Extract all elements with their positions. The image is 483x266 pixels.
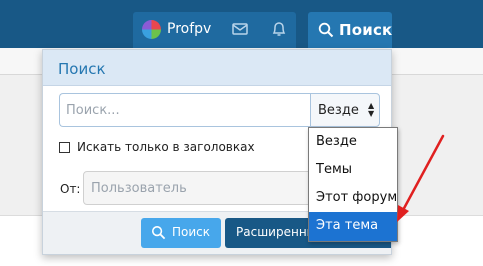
member-placeholder: Пользователь xyxy=(91,181,187,196)
scope-option-this-forum[interactable]: Этот форум xyxy=(309,184,397,212)
titles-only-checkbox[interactable] xyxy=(59,142,70,153)
member-label: От: xyxy=(60,182,81,196)
bell-icon[interactable] xyxy=(268,18,290,40)
avatar[interactable] xyxy=(142,20,161,39)
search-icon xyxy=(318,22,334,38)
search-tab[interactable]: Поиск xyxy=(308,12,392,50)
scope-dropdown-list: Везде Темы Этот форум Эта тема xyxy=(308,127,398,242)
search-placeholder: Поиск... xyxy=(66,103,120,118)
scope-select[interactable]: Везде ▲ ▼ xyxy=(310,93,380,127)
username-link[interactable]: Profpv xyxy=(167,21,211,37)
search-input[interactable]: Поиск... xyxy=(59,93,310,127)
mail-icon[interactable] xyxy=(229,18,251,40)
scope-option-everywhere[interactable]: Везде xyxy=(309,128,397,156)
titles-only-label[interactable]: Искать только в заголовках xyxy=(77,140,255,154)
select-arrows-icon: ▲ ▼ xyxy=(368,101,375,118)
scope-option-threads[interactable]: Темы xyxy=(309,156,397,184)
search-submit-button[interactable]: Поиск xyxy=(141,218,221,248)
popup-header: Поиск xyxy=(43,50,391,86)
search-submit-label: Поиск xyxy=(172,225,211,239)
popup-title: Поиск xyxy=(58,60,106,78)
scope-select-value: Везде xyxy=(318,103,359,118)
member-input[interactable]: Пользователь xyxy=(83,171,315,205)
scope-option-this-thread[interactable]: Эта тема xyxy=(309,212,397,241)
search-icon xyxy=(151,225,166,240)
search-tab-label: Поиск xyxy=(339,21,393,39)
